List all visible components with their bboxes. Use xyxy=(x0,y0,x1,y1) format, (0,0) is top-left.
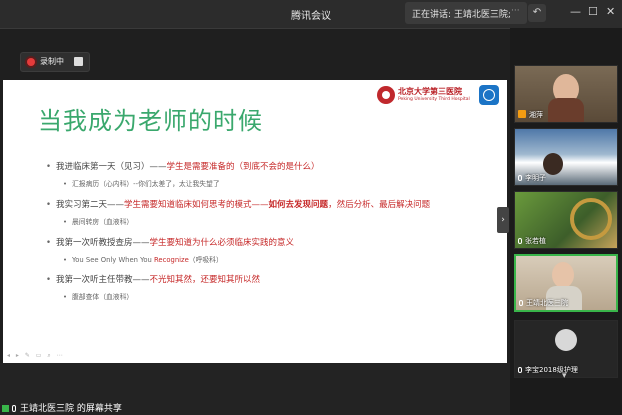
participant-tile-active-speaker[interactable]: 王靖北医三院 xyxy=(514,254,618,312)
speaking-text: 正在讲话: 王靖北医三院; xyxy=(412,10,511,20)
participant-name: 王靖北医三院 xyxy=(526,299,568,307)
participant-tile[interactable]: 李宝2018级护理 xyxy=(514,320,618,378)
bullet-item: • 我实习第二天——学生需要知道临床如何思考的模式——如何去发现问题，然后分析、最… xyxy=(46,200,431,210)
mic-icon xyxy=(518,238,522,244)
recording-dot-icon xyxy=(27,58,35,66)
participant-panel: 湘萍 李明子 张若植 王靖北医三院 李宝2018级护理 ▾ xyxy=(510,28,622,415)
participant-name: 湘萍 xyxy=(529,111,543,119)
participant-tile[interactable]: 李明子 xyxy=(514,128,618,186)
host-icon xyxy=(518,110,526,118)
slide-title: 当我成为老师的时候 xyxy=(38,107,263,135)
exit-fullscreen-button[interactable]: ↶ xyxy=(528,4,546,22)
mic-icon xyxy=(519,300,523,306)
maximize-button[interactable]: ☐ xyxy=(588,5,598,18)
hospital-logo: 北京大学第三医院 Peking University Third Hospita… xyxy=(377,86,473,106)
participant-tile[interactable]: 张若植 xyxy=(514,191,618,249)
sub-bullet-item: • 晨间转房（血液科） xyxy=(63,218,134,226)
sub-bullet-item: • 腹部查体（血液科） xyxy=(63,293,134,301)
screen-share-icon xyxy=(2,405,9,412)
university-logo-icon xyxy=(479,85,499,105)
next-page-button[interactable]: › xyxy=(497,207,509,233)
logo-chinese-name: 北京大学第三医院 xyxy=(398,87,462,96)
shared-screen: 当我成为老师的时候 北京大学第三医院 Peking University Thi… xyxy=(3,80,507,363)
hospital-seal-icon xyxy=(377,86,395,104)
screen-share-label: 王靖北医三院 的屏幕共享 xyxy=(2,401,122,414)
bullet-item: • 我第一次听主任带教——不光知其然，还要知其所以然 xyxy=(46,275,261,285)
participant-name: 李明子 xyxy=(525,174,546,182)
recording-indicator: 录制中 xyxy=(20,52,90,72)
recording-label: 录制中 xyxy=(40,57,64,66)
participant-name: 张若植 xyxy=(525,237,546,245)
sub-bullet-item: • 汇报病历（心内科）--你们太差了，太让我失望了 xyxy=(63,180,220,188)
mic-icon xyxy=(12,405,16,412)
logo-english-name: Peking University Third Hospital xyxy=(398,97,470,102)
bullet-item: • 我第一次听教授查房——学生要知道为什么必须临床实践的意义 xyxy=(46,238,295,248)
mic-icon xyxy=(518,175,522,181)
chevron-down-icon[interactable]: ▾ xyxy=(562,371,567,381)
stop-recording-button[interactable] xyxy=(74,57,83,66)
participant-tile[interactable]: 湘萍 xyxy=(514,65,618,123)
close-button[interactable]: ✕ xyxy=(606,5,615,18)
participant-name: 李宝2018级护理 xyxy=(525,366,578,374)
bullet-item: • 我进临床第一天（见习）——学生是需要准备的（到底不会的是什么） xyxy=(46,162,320,172)
speaking-indicator[interactable]: 正在讲话: 王靖北医三院; ··· xyxy=(405,2,527,24)
bottom-bar: 王靖北医三院 的屏幕共享 xyxy=(0,363,510,415)
minimize-button[interactable]: — xyxy=(570,5,581,18)
more-icon: ··· xyxy=(511,6,520,16)
mic-icon xyxy=(518,367,522,373)
slideshow-toolbar[interactable]: ◂ ▸ ✎ ▭ ⌕ ⋯ xyxy=(7,352,65,360)
title-bar: 腾讯会议 正在讲话: 王靖北医三院; ··· ↶ — ☐ ✕ xyxy=(0,0,622,29)
sub-bullet-item: • You See Only When You Recognize（呼吸科） xyxy=(63,256,223,264)
